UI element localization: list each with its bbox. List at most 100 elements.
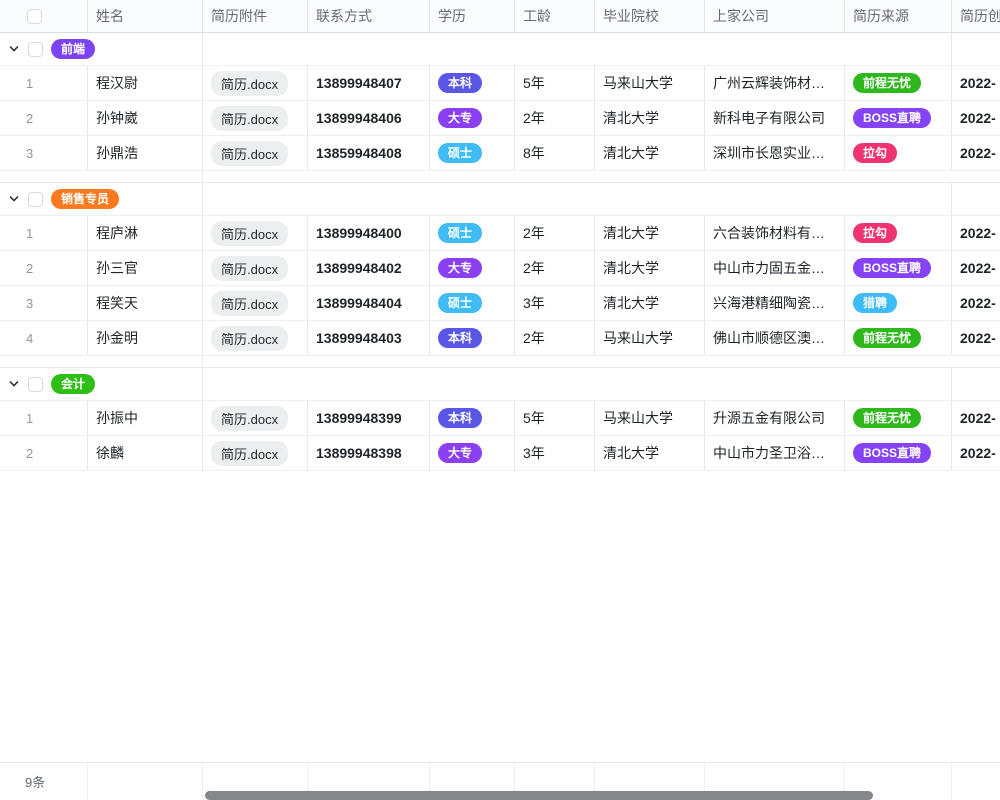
created-cell[interactable]: 2022- [952, 321, 1000, 355]
chevron-down-icon[interactable] [8, 378, 20, 390]
select-all-cell[interactable] [0, 0, 88, 32]
attachment-cell[interactable]: 简历.docx [203, 251, 308, 285]
attachment-chip[interactable]: 简历.docx [211, 141, 288, 166]
created-cell[interactable]: 2022- [952, 401, 1000, 435]
name-cell[interactable]: 孙三官 [88, 251, 203, 285]
years-cell[interactable]: 3年 [515, 436, 595, 470]
row-number-cell[interactable]: 1 [0, 66, 88, 100]
attachment-cell[interactable]: 简历.docx [203, 136, 308, 170]
school-cell[interactable]: 清北大学 [595, 101, 705, 135]
years-cell[interactable]: 5年 [515, 66, 595, 100]
attachment-cell[interactable]: 简历.docx [203, 401, 308, 435]
education-cell[interactable]: 硕士 [430, 286, 515, 320]
source-cell[interactable]: 拉勾 [845, 216, 952, 250]
created-cell[interactable]: 2022- [952, 251, 1000, 285]
years-cell[interactable]: 3年 [515, 286, 595, 320]
attachment-cell[interactable]: 简历.docx [203, 101, 308, 135]
years-cell[interactable]: 2年 [515, 321, 595, 355]
row-number-cell[interactable]: 1 [0, 216, 88, 250]
column-header-school[interactable]: 毕业院校 [595, 0, 705, 32]
group-checkbox[interactable] [28, 42, 43, 57]
column-header-company[interactable]: 上家公司 [705, 0, 845, 32]
created-cell[interactable]: 2022- [952, 66, 1000, 100]
source-cell[interactable]: 前程无忧 [845, 66, 952, 100]
years-cell[interactable]: 5年 [515, 401, 595, 435]
years-cell[interactable]: 8年 [515, 136, 595, 170]
attachment-chip[interactable]: 简历.docx [211, 441, 288, 466]
phone-cell[interactable]: 13899948399 [308, 401, 430, 435]
phone-cell[interactable]: 13899948398 [308, 436, 430, 470]
horizontal-scrollbar[interactable] [205, 791, 873, 800]
column-header-source[interactable]: 简历来源 [845, 0, 952, 32]
education-cell[interactable]: 大专 [430, 101, 515, 135]
attachment-chip[interactable]: 简历.docx [211, 326, 288, 351]
attachment-chip[interactable]: 简历.docx [211, 71, 288, 96]
column-header-attachment[interactable]: 简历附件 [203, 0, 308, 32]
attachment-cell[interactable]: 简历.docx [203, 321, 308, 355]
company-cell[interactable]: 新科电子有限公司 [705, 101, 845, 135]
phone-cell[interactable]: 13859948408 [308, 136, 430, 170]
years-cell[interactable]: 2年 [515, 101, 595, 135]
attachment-cell[interactable]: 简历.docx [203, 216, 308, 250]
name-cell[interactable]: 孙鼎浩 [88, 136, 203, 170]
created-cell[interactable]: 2022- [952, 436, 1000, 470]
attachment-chip[interactable]: 简历.docx [211, 106, 288, 131]
created-cell[interactable]: 2022- [952, 216, 1000, 250]
education-cell[interactable]: 本科 [430, 401, 515, 435]
company-cell[interactable]: 中山市力圣卫浴… [705, 436, 845, 470]
phone-cell[interactable]: 13899948406 [308, 101, 430, 135]
row-number-cell[interactable]: 2 [0, 101, 88, 135]
chevron-down-icon[interactable] [8, 43, 20, 55]
company-cell[interactable]: 深圳市长恩实业… [705, 136, 845, 170]
name-cell[interactable]: 徐麟 [88, 436, 203, 470]
education-cell[interactable]: 硕士 [430, 136, 515, 170]
company-cell[interactable]: 中山市力固五金… [705, 251, 845, 285]
company-cell[interactable]: 升源五金有限公司 [705, 401, 845, 435]
phone-cell[interactable]: 13899948407 [308, 66, 430, 100]
select-all-checkbox[interactable] [27, 9, 42, 24]
education-cell[interactable]: 本科 [430, 66, 515, 100]
company-cell[interactable]: 广州云辉装饰材… [705, 66, 845, 100]
row-number-cell[interactable]: 3 [0, 286, 88, 320]
name-cell[interactable]: 程庐淋 [88, 216, 203, 250]
education-cell[interactable]: 硕士 [430, 216, 515, 250]
school-cell[interactable]: 马来山大学 [595, 66, 705, 100]
attachment-cell[interactable]: 简历.docx [203, 436, 308, 470]
phone-cell[interactable]: 13899948404 [308, 286, 430, 320]
attachment-chip[interactable]: 简历.docx [211, 256, 288, 281]
source-cell[interactable]: 前程无忧 [845, 321, 952, 355]
row-number-cell[interactable]: 2 [0, 251, 88, 285]
company-cell[interactable]: 六合装饰材料有… [705, 216, 845, 250]
years-cell[interactable]: 2年 [515, 216, 595, 250]
row-number-cell[interactable]: 3 [0, 136, 88, 170]
phone-cell[interactable]: 13899948402 [308, 251, 430, 285]
name-cell[interactable]: 孙金明 [88, 321, 203, 355]
column-header-education[interactable]: 学历 [430, 0, 515, 32]
footer-summary-cell[interactable] [88, 763, 203, 800]
school-cell[interactable]: 清北大学 [595, 136, 705, 170]
column-header-years[interactable]: 工龄 [515, 0, 595, 32]
chevron-down-icon[interactable] [8, 193, 20, 205]
education-cell[interactable]: 大专 [430, 251, 515, 285]
created-cell[interactable]: 2022- [952, 101, 1000, 135]
name-cell[interactable]: 孙振中 [88, 401, 203, 435]
school-cell[interactable]: 清北大学 [595, 286, 705, 320]
source-cell[interactable]: BOSS直聘 [845, 251, 952, 285]
years-cell[interactable]: 2年 [515, 251, 595, 285]
attachment-chip[interactable]: 简历.docx [211, 406, 288, 431]
column-header-name[interactable]: 姓名 [88, 0, 203, 32]
column-header-phone[interactable]: 联系方式 [308, 0, 430, 32]
source-cell[interactable]: BOSS直聘 [845, 436, 952, 470]
column-header-created[interactable]: 简历创建时间 [952, 0, 1000, 32]
education-cell[interactable]: 本科 [430, 321, 515, 355]
name-cell[interactable]: 程汉尉 [88, 66, 203, 100]
group-checkbox[interactable] [28, 377, 43, 392]
school-cell[interactable]: 马来山大学 [595, 321, 705, 355]
source-cell[interactable]: BOSS直聘 [845, 101, 952, 135]
created-cell[interactable]: 2022- [952, 286, 1000, 320]
source-cell[interactable]: 拉勾 [845, 136, 952, 170]
source-cell[interactable]: 猎聘 [845, 286, 952, 320]
name-cell[interactable]: 孙钟崴 [88, 101, 203, 135]
name-cell[interactable]: 程笑天 [88, 286, 203, 320]
school-cell[interactable]: 清北大学 [595, 436, 705, 470]
